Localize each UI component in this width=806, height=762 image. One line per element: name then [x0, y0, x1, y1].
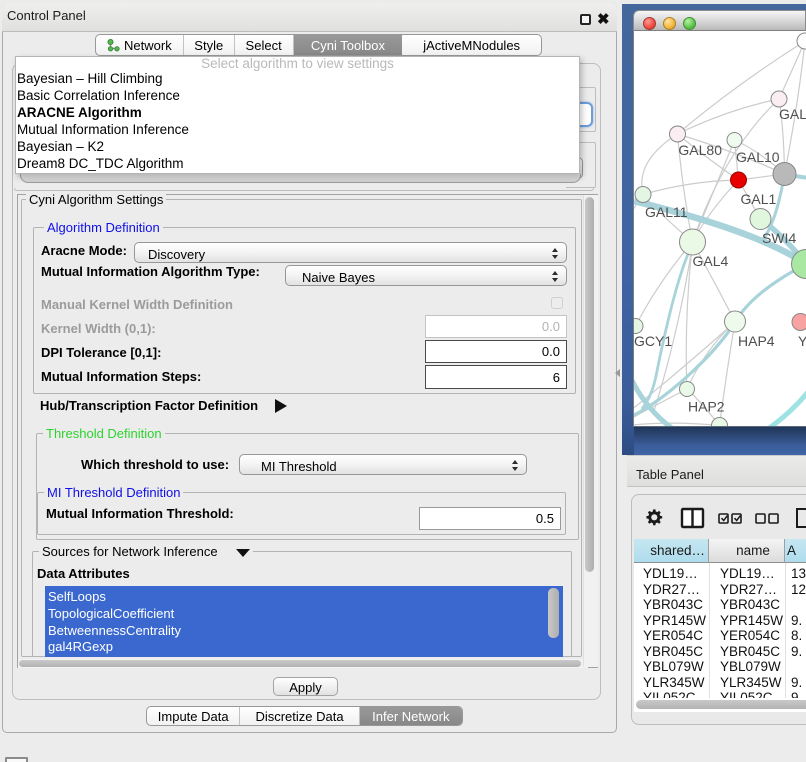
svg-text:HAP4: HAP4 — [738, 333, 775, 349]
svg-text:GAL11: GAL11 — [645, 204, 688, 220]
svg-text:GAL80: GAL80 — [678, 142, 722, 158]
svg-text:GAL: GAL — [779, 106, 806, 122]
svg-text:HAP2: HAP2 — [688, 399, 725, 415]
svg-text:GCY1: GCY1 — [634, 333, 672, 349]
svg-text:GAL4: GAL4 — [693, 253, 729, 269]
svg-text:Y: Y — [798, 333, 806, 349]
svg-text:GAL10: GAL10 — [736, 149, 780, 165]
svg-text:GAL1: GAL1 — [741, 191, 777, 207]
svg-text:SWI4: SWI4 — [762, 230, 796, 246]
